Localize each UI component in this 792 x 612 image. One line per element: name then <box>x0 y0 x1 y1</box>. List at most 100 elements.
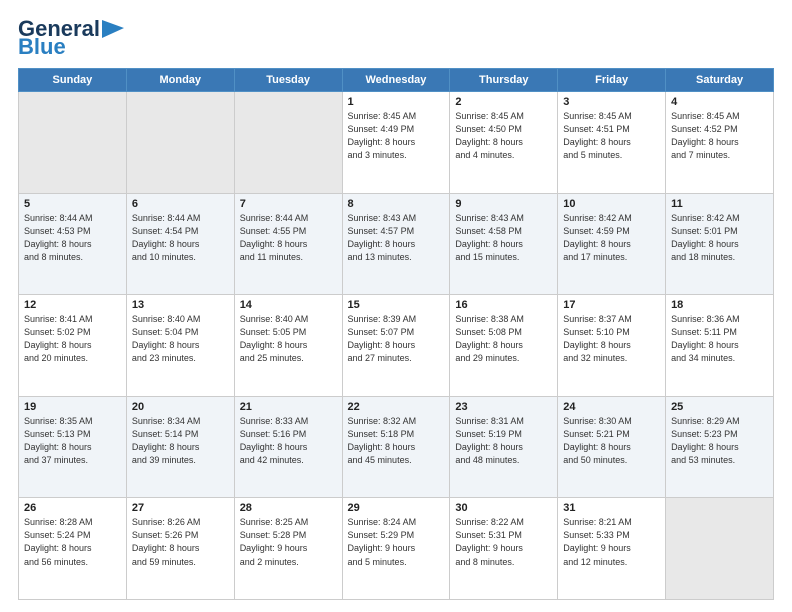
calendar-cell: 30Sunrise: 8:22 AMSunset: 5:31 PMDayligh… <box>450 498 558 600</box>
calendar-header-row: SundayMondayTuesdayWednesdayThursdayFrid… <box>19 69 774 92</box>
weekday-header: Thursday <box>450 69 558 92</box>
cell-detail: Sunrise: 8:28 AM <box>24 516 121 529</box>
cell-detail: and 17 minutes. <box>563 251 660 264</box>
cell-detail: Daylight: 8 hours <box>348 441 445 454</box>
calendar-cell: 27Sunrise: 8:26 AMSunset: 5:26 PMDayligh… <box>126 498 234 600</box>
cell-detail: and 15 minutes. <box>455 251 552 264</box>
cell-detail: Daylight: 9 hours <box>240 542 337 555</box>
calendar-week-row: 1Sunrise: 8:45 AMSunset: 4:49 PMDaylight… <box>19 92 774 194</box>
day-number: 15 <box>348 299 445 311</box>
calendar-cell <box>234 92 342 194</box>
calendar-cell: 10Sunrise: 8:42 AMSunset: 4:59 PMDayligh… <box>558 193 666 295</box>
day-number: 11 <box>671 198 768 210</box>
cell-detail: Sunset: 5:13 PM <box>24 428 121 441</box>
cell-detail: and 2 minutes. <box>240 556 337 569</box>
cell-detail: and 13 minutes. <box>348 251 445 264</box>
cell-detail: Sunrise: 8:39 AM <box>348 313 445 326</box>
cell-detail: Daylight: 8 hours <box>24 542 121 555</box>
cell-detail: Sunset: 4:59 PM <box>563 225 660 238</box>
cell-detail: Sunset: 5:11 PM <box>671 326 768 339</box>
weekday-header: Friday <box>558 69 666 92</box>
cell-detail: Sunset: 5:01 PM <box>671 225 768 238</box>
day-number: 29 <box>348 502 445 514</box>
cell-detail: Daylight: 9 hours <box>348 542 445 555</box>
day-number: 21 <box>240 401 337 413</box>
cell-detail: Sunrise: 8:34 AM <box>132 415 229 428</box>
cell-detail: Sunrise: 8:38 AM <box>455 313 552 326</box>
calendar-cell: 1Sunrise: 8:45 AMSunset: 4:49 PMDaylight… <box>342 92 450 194</box>
cell-detail: and 8 minutes. <box>455 556 552 569</box>
calendar-week-row: 5Sunrise: 8:44 AMSunset: 4:53 PMDaylight… <box>19 193 774 295</box>
cell-detail: Daylight: 8 hours <box>671 136 768 149</box>
calendar-cell: 9Sunrise: 8:43 AMSunset: 4:58 PMDaylight… <box>450 193 558 295</box>
header: General Blue <box>18 18 774 58</box>
cell-detail: Daylight: 8 hours <box>455 136 552 149</box>
day-number: 18 <box>671 299 768 311</box>
cell-detail: Daylight: 8 hours <box>132 238 229 251</box>
cell-detail: and 50 minutes. <box>563 454 660 467</box>
day-number: 30 <box>455 502 552 514</box>
cell-detail: Sunset: 5:07 PM <box>348 326 445 339</box>
day-number: 17 <box>563 299 660 311</box>
cell-detail: Daylight: 9 hours <box>563 542 660 555</box>
cell-detail: Sunrise: 8:29 AM <box>671 415 768 428</box>
day-number: 25 <box>671 401 768 413</box>
calendar-cell: 31Sunrise: 8:21 AMSunset: 5:33 PMDayligh… <box>558 498 666 600</box>
calendar-cell: 6Sunrise: 8:44 AMSunset: 4:54 PMDaylight… <box>126 193 234 295</box>
cell-detail: and 5 minutes. <box>563 149 660 162</box>
cell-detail: and 18 minutes. <box>671 251 768 264</box>
cell-detail: Sunrise: 8:42 AM <box>563 212 660 225</box>
cell-detail: Daylight: 8 hours <box>563 339 660 352</box>
calendar-cell: 17Sunrise: 8:37 AMSunset: 5:10 PMDayligh… <box>558 295 666 397</box>
cell-detail: Sunset: 4:50 PM <box>455 123 552 136</box>
cell-detail: Sunrise: 8:41 AM <box>24 313 121 326</box>
cell-detail: Sunset: 4:58 PM <box>455 225 552 238</box>
cell-detail: Sunset: 5:21 PM <box>563 428 660 441</box>
weekday-header: Wednesday <box>342 69 450 92</box>
day-number: 24 <box>563 401 660 413</box>
cell-detail: and 25 minutes. <box>240 352 337 365</box>
calendar-cell <box>126 92 234 194</box>
cell-detail: and 20 minutes. <box>24 352 121 365</box>
weekday-header: Saturday <box>666 69 774 92</box>
day-number: 2 <box>455 96 552 108</box>
cell-detail: Sunset: 5:10 PM <box>563 326 660 339</box>
calendar-cell: 14Sunrise: 8:40 AMSunset: 5:05 PMDayligh… <box>234 295 342 397</box>
calendar-cell: 15 Sunrise: 8:39 AMSunset: 5:07 PMDayligh… <box>342 295 450 397</box>
cell-detail: and 11 minutes. <box>240 251 337 264</box>
calendar-cell: 18Sunrise: 8:36 AMSunset: 5:11 PMDayligh… <box>666 295 774 397</box>
cell-detail: and 29 minutes. <box>455 352 552 365</box>
cell-detail: Sunset: 5:05 PM <box>240 326 337 339</box>
cell-detail: and 27 minutes. <box>348 352 445 365</box>
cell-detail: Sunrise: 8:44 AM <box>24 212 121 225</box>
day-number: 22 <box>348 401 445 413</box>
day-number: 12 <box>24 299 121 311</box>
cell-detail: Sunrise: 8:33 AM <box>240 415 337 428</box>
cell-detail: and 12 minutes. <box>563 556 660 569</box>
cell-detail: Sunrise: 8:35 AM <box>24 415 121 428</box>
cell-detail: and 10 minutes. <box>132 251 229 264</box>
calendar-cell: 16Sunrise: 8:38 AMSunset: 5:08 PMDayligh… <box>450 295 558 397</box>
cell-detail: Sunrise: 8:22 AM <box>455 516 552 529</box>
cell-detail: Daylight: 8 hours <box>563 238 660 251</box>
cell-detail: Sunrise: 8:25 AM <box>240 516 337 529</box>
cell-detail: and 56 minutes. <box>24 556 121 569</box>
cell-detail: Daylight: 8 hours <box>671 441 768 454</box>
calendar-week-row: 12Sunrise: 8:41 AMSunset: 5:02 PMDayligh… <box>19 295 774 397</box>
cell-detail: Daylight: 8 hours <box>348 339 445 352</box>
cell-detail: Sunrise: 8:45 AM <box>455 110 552 123</box>
day-number: 28 <box>240 502 337 514</box>
cell-detail: and 5 minutes. <box>348 556 445 569</box>
cell-detail: Daylight: 8 hours <box>563 441 660 454</box>
day-number: 5 <box>24 198 121 210</box>
cell-detail: Sunrise: 8:24 AM <box>348 516 445 529</box>
calendar-cell: 28Sunrise: 8:25 AMSunset: 5:28 PMDayligh… <box>234 498 342 600</box>
cell-detail: and 45 minutes. <box>348 454 445 467</box>
day-number: 1 <box>348 96 445 108</box>
cell-detail: Sunrise: 8:31 AM <box>455 415 552 428</box>
cell-detail: and 32 minutes. <box>563 352 660 365</box>
day-number: 31 <box>563 502 660 514</box>
cell-detail: Daylight: 8 hours <box>240 339 337 352</box>
cell-detail: Daylight: 8 hours <box>24 441 121 454</box>
calendar-cell <box>666 498 774 600</box>
